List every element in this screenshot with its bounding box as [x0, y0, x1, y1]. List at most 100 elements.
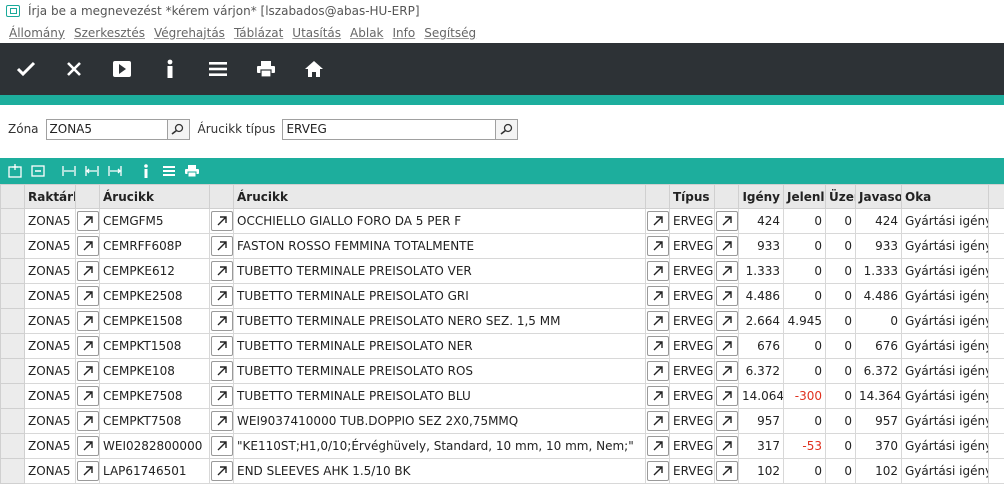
col-jelenl[interactable]: Jelenl: [783, 184, 826, 209]
row-selector[interactable]: [0, 233, 25, 259]
table-row[interactable]: ZONA5 CEMPKT1508 TUBETTO TERMINALE PREISOL…: [0, 333, 1004, 359]
row-selector[interactable]: [0, 408, 25, 434]
menu-ablak[interactable]: Ablak: [350, 26, 383, 40]
grid-info-icon[interactable]: [137, 162, 155, 180]
raktarh-link-button[interactable]: [76, 311, 99, 331]
raktarh-link-button[interactable]: [76, 286, 99, 306]
arucikk-name-link-button[interactable]: [646, 461, 669, 481]
arucikk-name-link-button[interactable]: [646, 436, 669, 456]
close-icon[interactable]: [62, 57, 86, 81]
arucikk-link-button[interactable]: [210, 311, 233, 331]
table-row[interactable]: ZONA5 CEMPKE7508 TUBETTO TERMINALE PREISOL…: [0, 383, 1004, 409]
tipus-link-button[interactable]: [715, 261, 738, 281]
raktarh-link-button[interactable]: [76, 361, 99, 381]
col-igeny[interactable]: Igény: [738, 184, 784, 209]
col-uzer[interactable]: Üzer: [825, 184, 856, 209]
menu-icon[interactable]: [206, 57, 230, 81]
tipus-link-button[interactable]: [715, 286, 738, 306]
column-width-icon[interactable]: [60, 162, 78, 180]
column-expand-icon[interactable]: [106, 162, 124, 180]
tipus-link-button[interactable]: [715, 411, 738, 431]
arucikk-name-link-button[interactable]: [646, 311, 669, 331]
arucikk-link-button[interactable]: [210, 261, 233, 281]
arucikk-link-button[interactable]: [210, 461, 233, 481]
play-icon[interactable]: [110, 57, 134, 81]
raktarh-link-button[interactable]: [76, 411, 99, 431]
zona-lookup-button[interactable]: [167, 118, 190, 140]
zona-input[interactable]: [45, 118, 168, 140]
table-row[interactable]: ZONA5 CEMPKE2508 TUBETTO TERMINALE PREISOL…: [0, 283, 1004, 309]
menu-szerkesztes[interactable]: Szerkesztés: [74, 26, 145, 40]
tipus-link-button[interactable]: [715, 436, 738, 456]
arucikk-tipus-lookup-button[interactable]: [496, 118, 519, 140]
row-selector[interactable]: [0, 258, 25, 284]
menu-vegrehajtas[interactable]: Végrehajtás: [154, 26, 225, 40]
table-row[interactable]: ZONA5 CEMRFF608P FASTON ROSSO FEMMINA TOTA…: [0, 233, 1004, 259]
arucikk-name-link-button[interactable]: [646, 211, 669, 231]
menu-utasitas[interactable]: Utasítás: [292, 26, 341, 40]
raktarh-link-button[interactable]: [76, 436, 99, 456]
tipus-link-button[interactable]: [715, 211, 738, 231]
table-row[interactable]: ZONA5 CEMGFM5 OCCHIELLO GIALLO FORO DA 5 P…: [0, 208, 1004, 234]
row-selector[interactable]: [0, 433, 25, 459]
arucikk-link-button[interactable]: [210, 286, 233, 306]
row-selector[interactable]: [0, 308, 25, 334]
row-selector[interactable]: [0, 283, 25, 309]
table-row[interactable]: ZONA5 CEMPKE108 TUBETTO TERMINALE PREISOLA…: [0, 358, 1004, 384]
arucikk-link-button[interactable]: [210, 236, 233, 256]
raktarh-link-button[interactable]: [76, 236, 99, 256]
arucikk-name-link-button[interactable]: [646, 236, 669, 256]
table-row[interactable]: ZONA5 CEMPKE612 TUBETTO TERMINALE PREISOLA…: [0, 258, 1004, 284]
row-selector[interactable]: [0, 383, 25, 409]
table-row[interactable]: ZONA5 WEI0282800000 "KE110ST;H1,0/10;Érvég…: [0, 433, 1004, 459]
arucikk-name-link-button[interactable]: [646, 261, 669, 281]
arucikk-tipus-input[interactable]: [282, 118, 497, 140]
menu-segitseg[interactable]: Segítség: [424, 26, 476, 40]
column-fit-icon[interactable]: [83, 162, 101, 180]
table-row[interactable]: ZONA5 LAP61746501 END SLEEVES AHK 1.5/10 B…: [0, 458, 1004, 484]
col-tipus[interactable]: Típus: [669, 184, 715, 209]
grid-print-icon[interactable]: [183, 162, 201, 180]
arucikk-link-button[interactable]: [210, 211, 233, 231]
col-arucikk-name[interactable]: Árucikk: [233, 184, 646, 209]
tipus-link-button[interactable]: [715, 386, 738, 406]
col-arucikk-code[interactable]: Árucikk: [99, 184, 210, 209]
arucikk-name-link-button[interactable]: [646, 336, 669, 356]
raktarh-link-button[interactable]: [76, 386, 99, 406]
menu-tablazat[interactable]: Táblázat: [234, 26, 283, 40]
raktarh-link-button[interactable]: [76, 261, 99, 281]
col-raktarh[interactable]: Raktárh: [24, 184, 76, 209]
arucikk-link-button[interactable]: [210, 361, 233, 381]
insert-row-icon[interactable]: [6, 162, 24, 180]
raktarh-link-button[interactable]: [76, 211, 99, 231]
print-icon[interactable]: [254, 57, 278, 81]
delete-row-icon[interactable]: [29, 162, 47, 180]
home-icon[interactable]: [302, 57, 326, 81]
row-selector[interactable]: [0, 458, 25, 484]
grid-menu-icon[interactable]: [160, 162, 178, 180]
arucikk-name-link-button[interactable]: [646, 361, 669, 381]
arucikk-name-link-button[interactable]: [646, 286, 669, 306]
check-icon[interactable]: [14, 57, 38, 81]
info-icon[interactable]: [158, 57, 182, 81]
tipus-link-button[interactable]: [715, 361, 738, 381]
raktarh-link-button[interactable]: [76, 461, 99, 481]
arucikk-link-button[interactable]: [210, 411, 233, 431]
arucikk-link-button[interactable]: [210, 436, 233, 456]
row-selector[interactable]: [0, 358, 25, 384]
row-selector[interactable]: [0, 333, 25, 359]
table-row[interactable]: ZONA5 CEMPKT7508 WEI9037410000 TUB.DOPPIO …: [0, 408, 1004, 434]
tipus-link-button[interactable]: [715, 236, 738, 256]
row-selector[interactable]: [0, 208, 25, 234]
table-row[interactable]: ZONA5 CEMPKE1508 TUBETTO TERMINALE PREISOL…: [0, 308, 1004, 334]
tipus-link-button[interactable]: [715, 461, 738, 481]
arucikk-link-button[interactable]: [210, 386, 233, 406]
col-javaso[interactable]: Javaso: [855, 184, 902, 209]
menu-info[interactable]: Info: [393, 26, 416, 40]
arucikk-name-link-button[interactable]: [646, 386, 669, 406]
raktarh-link-button[interactable]: [76, 336, 99, 356]
tipus-link-button[interactable]: [715, 311, 738, 331]
tipus-link-button[interactable]: [715, 336, 738, 356]
menu-allomany[interactable]: Állomány: [9, 26, 65, 40]
arucikk-name-link-button[interactable]: [646, 411, 669, 431]
